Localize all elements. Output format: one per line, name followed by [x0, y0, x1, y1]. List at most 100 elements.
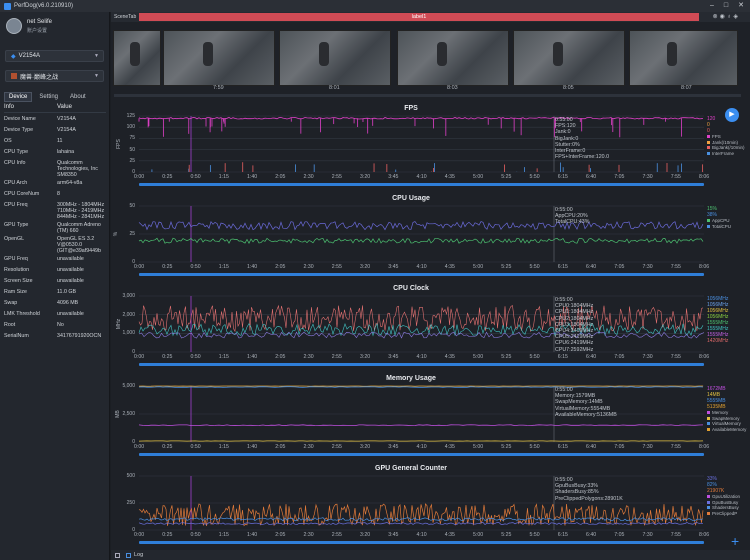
minimize-icon[interactable]: – [706, 1, 718, 11]
x-tick-label: 6:40 [586, 264, 597, 270]
legend-swatch [707, 422, 710, 426]
x-tick-label: 2:55 [331, 264, 342, 270]
x-tick-label: 4:35 [444, 264, 455, 270]
x-tick-label: 0:00 [134, 444, 145, 450]
expand-icon[interactable] [115, 552, 120, 558]
x-tick-label: 0:25 [162, 532, 173, 538]
legend-item[interactable]: AvailableMemory [707, 427, 746, 433]
user-name: net Selife [27, 19, 53, 25]
y-axis-label: % [113, 231, 120, 237]
info-key: Resolution [4, 267, 30, 273]
x-tick-label: 1:15 [218, 174, 229, 180]
cursor-readout: 0:55:00 GpuBusBusy:33% ShadersBusy:85% PreC… [555, 477, 623, 502]
app-select-value: 魔兽·巅峰之战 [20, 74, 58, 81]
screenshot-thumb[interactable] [113, 30, 161, 86]
x-tick-label: 4:35 [444, 354, 455, 360]
cursor-readout: 0:55:00 Memory:1579MB SwapMemory:14MB Virtu… [555, 387, 617, 418]
info-row: SerialNum 34176791920OCN [4, 331, 106, 342]
chart-cpu[interactable]: CPU Usage 50 25 0 0:00 0:25 0:50 1:15 1:40 2:05 2:… [111, 192, 750, 282]
chevron-down-icon: ▼ [94, 53, 99, 59]
chart-plot[interactable] [111, 462, 750, 550]
scene-toolbar-icons[interactable]: ⊗◉♁◈ [713, 13, 740, 20]
device-select[interactable]: ◆ V2154A ▼ [5, 50, 104, 62]
info-table: Device Name V2154A Device Type V2154A OS 11 CP… [4, 114, 106, 342]
x-tick-label: 7:30 [642, 532, 653, 538]
legend-item[interactable]: PreClippedP [707, 511, 740, 517]
chart-plot[interactable] [111, 372, 750, 462]
tab-setting[interactable]: Setting [34, 92, 63, 102]
x-tick-label: 5:00 [473, 354, 484, 360]
info-row: CPU CoreNum 8 [4, 189, 106, 200]
close-icon[interactable]: ✕ [735, 1, 747, 11]
add-icon[interactable]: + [731, 533, 739, 549]
chart-range-scrollbar[interactable] [139, 541, 704, 544]
screenshot-thumb[interactable] [397, 30, 509, 86]
x-tick-label: 4:35 [444, 174, 455, 180]
x-tick-label: 3:45 [388, 354, 399, 360]
legend-item[interactable]: InterFrame [707, 151, 745, 157]
chart-cpuclk[interactable]: CPU Clock 3,000 2,000 1,000 0 0:00 0:25 0:50 1:1… [111, 282, 750, 372]
chart-plot[interactable] [111, 102, 750, 192]
scene-label-bar[interactable]: label1 [139, 13, 699, 21]
x-tick-label: 2:05 [275, 444, 286, 450]
x-tick-label: 2:05 [275, 354, 286, 360]
scene-bar: SceneTab label1 ⊗◉♁◈ [111, 12, 750, 22]
x-tick-label: 6:40 [586, 174, 597, 180]
screenshot-thumb[interactable] [513, 30, 625, 86]
app-select[interactable]: 魔兽·巅峰之战 ▼ [5, 70, 104, 82]
x-tick-label: 3:20 [360, 354, 371, 360]
chart-gpu[interactable]: GPU General Counter 500 250 0 0:00 0:25 0:50 1:… [111, 462, 750, 550]
x-tick-label: 2:30 [303, 354, 314, 360]
chart-plot[interactable] [111, 192, 750, 282]
info-row: Screen Size unavailable [4, 276, 106, 287]
main-panel: SceneTab label1 ⊗◉♁◈ 7:59 8:01 8:03 8:05… [111, 12, 750, 560]
tab-device[interactable]: Device [4, 92, 33, 102]
scene-tab-label[interactable]: SceneTab [111, 14, 137, 20]
thumbnail-scrollbar[interactable] [114, 94, 741, 97]
info-key: CPU Info [4, 160, 26, 166]
account-settings-link[interactable]: 账户设置 [27, 27, 52, 34]
screenshot-thumb[interactable] [279, 30, 391, 86]
status-bar: Log [111, 550, 750, 560]
chart-range-scrollbar[interactable] [139, 183, 704, 186]
user-profile[interactable]: net Selife 账户设置 [6, 18, 52, 34]
info-key: CPU Arch [4, 180, 28, 186]
screenshot-thumb[interactable] [163, 30, 275, 86]
x-tick-label: 7:30 [642, 174, 653, 180]
value-col-header: Value [57, 104, 72, 110]
x-tick-label: 7:55 [670, 174, 681, 180]
info-row: GPU Freq unavailable [4, 254, 106, 265]
x-tick-label: 2:05 [275, 174, 286, 180]
chart-range-scrollbar[interactable] [139, 363, 704, 366]
legend-label: TotalCPU [712, 223, 732, 229]
info-value: 11 [57, 138, 63, 144]
chart-fps[interactable]: FPS 125 100 75 50 25 0 0:00 0:25 0:50 1:15 1:40 2:05… [111, 102, 750, 192]
legend-swatch [707, 151, 710, 155]
app-thumb-icon [11, 73, 17, 79]
readout-line: CPU1:1804MHz [555, 309, 594, 316]
x-tick-label: 5:25 [501, 354, 512, 360]
maximize-icon[interactable]: □ [720, 1, 732, 11]
x-tick-label: 2:05 [275, 264, 286, 270]
screenshot-thumb[interactable] [629, 30, 738, 86]
x-tick-label: 3:45 [388, 532, 399, 538]
x-tick-label: 7:30 [642, 444, 653, 450]
chart-range-scrollbar[interactable] [139, 273, 704, 276]
avatar[interactable] [6, 18, 22, 34]
readout-line: PreClippedPolygons:28901K [555, 495, 623, 502]
x-tick-label: 0:50 [190, 354, 201, 360]
x-tick-label: 0:50 [190, 264, 201, 270]
x-tick-label: 6:15 [557, 174, 568, 180]
title-bar: PerfDog(v6.0.210910) – □ ✕ [0, 0, 750, 12]
x-tick-label: 6:15 [557, 354, 568, 360]
tab-about[interactable]: About [65, 92, 91, 102]
info-row: GPU Type Qualcomm Adreno (TM) 660 [4, 220, 106, 234]
screenshot-strip[interactable] [113, 30, 738, 86]
chart-plot[interactable] [111, 282, 750, 372]
x-tick-label: 2:30 [303, 532, 314, 538]
chart-mem[interactable]: Memory Usage 5,000 2,500 0 0:00 0:25 0:50 1:15 1… [111, 372, 750, 462]
chart-range-scrollbar[interactable] [139, 453, 704, 456]
x-tick-label: 3:45 [388, 444, 399, 450]
log-checkbox[interactable] [126, 552, 131, 558]
legend-item[interactable]: TotalCPU [707, 224, 731, 230]
